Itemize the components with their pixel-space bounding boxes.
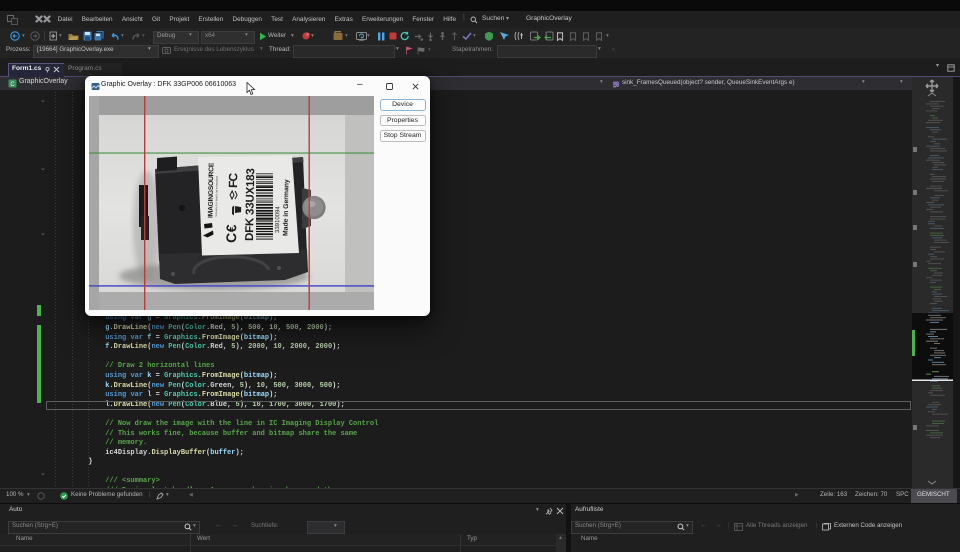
svg-text:C: C	[10, 82, 15, 88]
svg-text:Made in Germany: Made in Germany	[283, 179, 291, 236]
svg-text:C€: C€	[223, 224, 239, 243]
svg-text:33910094: 33910094	[275, 206, 281, 233]
svg-text:DFK 33UX183: DFK 33UX183	[244, 168, 257, 241]
svg-text:FC: FC	[226, 172, 240, 188]
svg-text:IMAGINGSOURCE: IMAGINGSOURCE	[208, 162, 216, 218]
